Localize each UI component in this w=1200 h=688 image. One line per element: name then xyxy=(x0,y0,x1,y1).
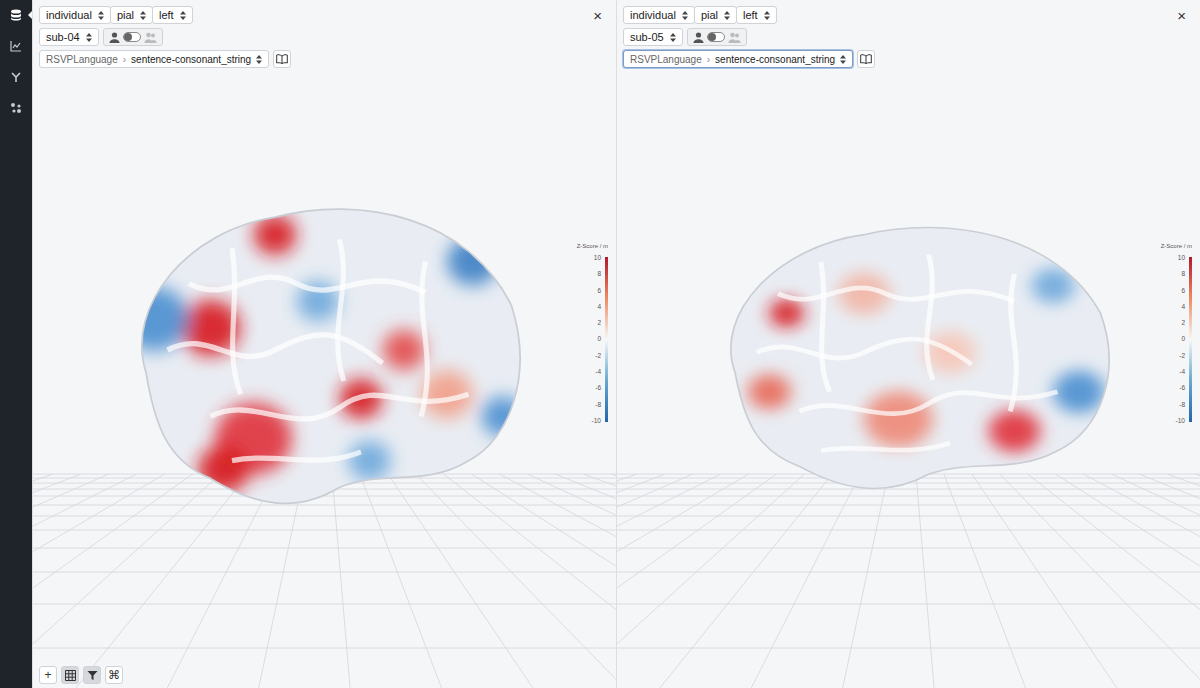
view-select[interactable]: left xyxy=(736,6,777,24)
updown-icon xyxy=(764,11,770,20)
updown-icon xyxy=(682,11,688,20)
colorbar-tick: 6 xyxy=(1181,287,1185,294)
colorbar-tick: 2 xyxy=(1181,319,1185,326)
brain-surface[interactable] xyxy=(103,195,533,505)
toggle-switch[interactable] xyxy=(707,32,725,42)
toolbar-button[interactable]: + xyxy=(39,666,57,684)
book-icon xyxy=(860,54,872,64)
sidebar-item[interactable] xyxy=(0,102,32,114)
close-button[interactable]: × xyxy=(593,8,602,23)
group-toggle xyxy=(687,28,747,46)
sidebar xyxy=(0,0,32,688)
docs-button[interactable] xyxy=(857,50,875,68)
app: individual pial left × sub-04 RSVPLangua… xyxy=(0,0,1200,688)
colorbar-legend: Z-Score / m 10 8 6 4 2 0 -2 -4 -6 -8 -10 xyxy=(577,243,608,424)
branch-icon xyxy=(10,71,22,83)
close-button[interactable]: × xyxy=(1177,8,1186,23)
colorbar-tick: -4 xyxy=(1179,368,1185,375)
toggle-switch[interactable] xyxy=(123,32,141,42)
colorbar-tick: 8 xyxy=(597,270,601,277)
updown-icon xyxy=(840,55,846,64)
colorbar-tick: -2 xyxy=(595,352,601,359)
updown-icon xyxy=(86,33,92,42)
colorbar-tick: 4 xyxy=(597,303,601,310)
updown-icon xyxy=(670,33,676,42)
colorbar-tick: 4 xyxy=(1181,303,1185,310)
book-icon xyxy=(276,54,288,64)
colorbar-tick: -6 xyxy=(1179,384,1185,391)
colorbar-tick: 2 xyxy=(597,319,601,326)
toolbar-button[interactable] xyxy=(61,666,79,684)
sidebar-item[interactable] xyxy=(0,40,32,52)
subject-select[interactable]: sub-04 xyxy=(39,28,99,46)
grid-icon xyxy=(65,670,76,681)
viewer-panel: individual pial left × sub-04 RSVPLangua… xyxy=(32,0,616,688)
people-icon xyxy=(728,32,741,43)
colorbar-tick: -2 xyxy=(1179,352,1185,359)
people-icon xyxy=(144,32,157,43)
updown-icon xyxy=(256,55,262,64)
person-icon xyxy=(109,32,120,43)
filter-icon xyxy=(87,670,98,681)
subject-select[interactable]: sub-05 xyxy=(623,28,683,46)
colorbar-tick: 0 xyxy=(597,335,601,342)
updown-icon xyxy=(180,11,186,20)
brain-surface[interactable] xyxy=(692,215,1122,490)
colorbar-legend: Z-Score / m 10 8 6 4 2 0 -2 -4 -6 -8 -10 xyxy=(1161,243,1192,424)
contrast-select[interactable]: RSVPLanguage › sentence-consonant_string xyxy=(39,50,269,68)
panel-controls: individual pial left × sub-05 RSVPLangua… xyxy=(617,0,1200,68)
updown-icon xyxy=(98,11,104,20)
contrast-select[interactable]: RSVPLanguage › sentence-consonant_string xyxy=(623,50,853,68)
colorbar-gradient xyxy=(1189,257,1192,422)
colorbar-tick: -8 xyxy=(1179,401,1185,408)
updown-icon xyxy=(140,11,146,20)
database-icon xyxy=(10,9,22,21)
scatter-icon xyxy=(10,102,22,114)
colorbar-tick: 0 xyxy=(1181,335,1185,342)
colorbar-tick: 10 xyxy=(1178,254,1185,261)
colorbar-tick: 8 xyxy=(1181,270,1185,277)
sidebar-item[interactable] xyxy=(0,71,32,83)
chart-icon xyxy=(10,40,22,52)
colorbar-title: Z-Score / m xyxy=(577,243,608,249)
group-toggle xyxy=(103,28,163,46)
person-icon xyxy=(693,32,704,43)
view-toolbar: +⌘ xyxy=(39,666,123,684)
colorbar-tick: -4 xyxy=(595,368,601,375)
view-select[interactable]: individual xyxy=(39,6,111,24)
panel-controls: individual pial left × sub-04 RSVPLangua… xyxy=(33,0,616,68)
view-selectors: individual pial left xyxy=(39,6,193,24)
view-select[interactable]: individual xyxy=(623,6,695,24)
toolbar-button[interactable] xyxy=(83,666,101,684)
docs-button[interactable] xyxy=(273,50,291,68)
colorbar-tick: -10 xyxy=(1176,417,1185,424)
view-select[interactable]: pial xyxy=(110,6,153,24)
colorbar-gradient xyxy=(605,257,608,422)
colorbar-tick: -6 xyxy=(595,384,601,391)
updown-icon xyxy=(724,11,730,20)
viewer-panel: individual pial left × sub-05 RSVPLangua… xyxy=(616,0,1200,688)
colorbar-tick: -8 xyxy=(595,401,601,408)
colorbar-title: Z-Score / m xyxy=(1161,243,1192,249)
view-selectors: individual pial left xyxy=(623,6,777,24)
colorbar-tick: -10 xyxy=(592,417,601,424)
view-select[interactable]: pial xyxy=(694,6,737,24)
toolbar-button[interactable]: ⌘ xyxy=(105,666,123,684)
colorbar-tick: 6 xyxy=(597,287,601,294)
colorbar-tick: 10 xyxy=(594,254,601,261)
sidebar-item[interactable] xyxy=(0,9,32,21)
view-select[interactable]: left xyxy=(152,6,193,24)
